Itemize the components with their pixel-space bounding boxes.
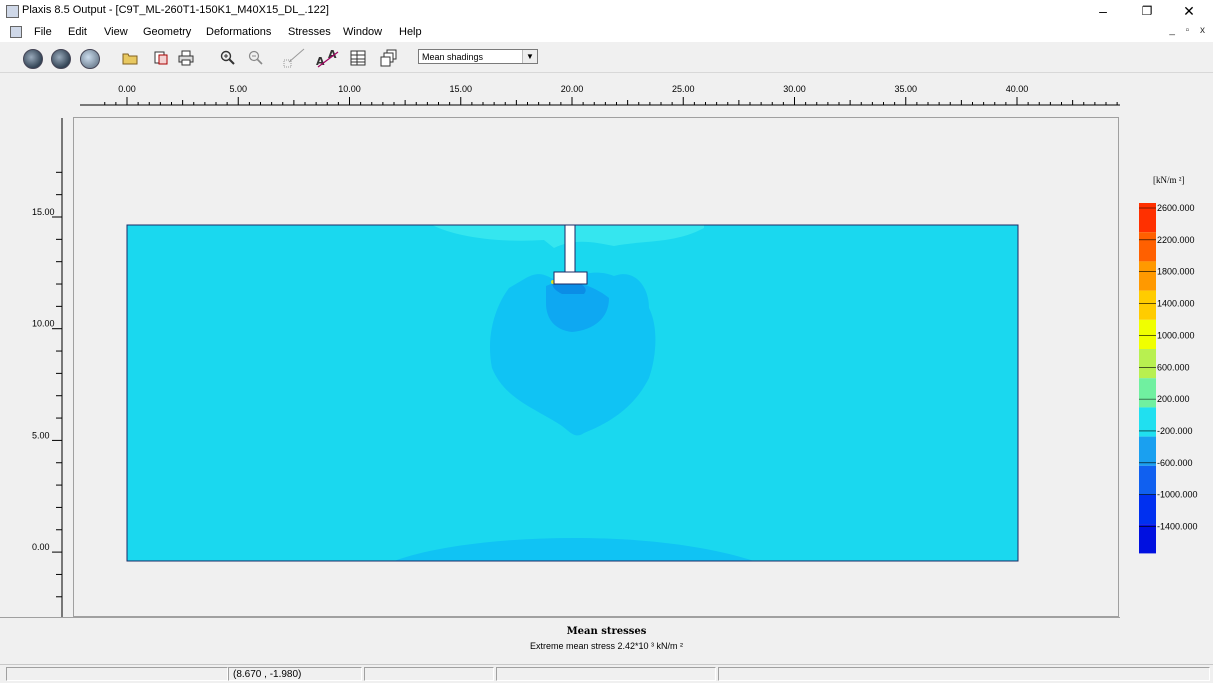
legend-color-swatch <box>1139 290 1156 320</box>
plot-bottom-border <box>0 617 1120 618</box>
mdi-window-controls[interactable]: _ ▫ x <box>1169 25 1209 36</box>
legend-value: 2600.000 <box>1157 203 1195 213</box>
legend-color-swatch <box>1139 495 1156 525</box>
x-tick-label: 30.00 <box>783 84 806 94</box>
menu-window[interactable]: Window <box>343 26 382 38</box>
y-tick-label: 0.00 <box>32 542 50 552</box>
menu-help[interactable]: Help <box>399 26 422 38</box>
legend-color-swatch <box>1139 319 1156 349</box>
legend-value: 1000.000 <box>1157 330 1195 340</box>
svg-text:A: A <box>316 55 325 68</box>
minimize-button[interactable]: – <box>1080 0 1126 22</box>
zoom-out-icon[interactable] <box>245 48 267 68</box>
legend-value: -600.000 <box>1157 458 1193 468</box>
display-type-select[interactable]: Mean shadings ▼ <box>418 49 538 64</box>
menu-bar: File Edit View Geometry Deformations Str… <box>0 22 1213 42</box>
title-bar: Plaxis 8.5 Output - [C9T_ML-260T1-150K1_… <box>0 0 1213 22</box>
zoom-in-icon[interactable] <box>217 48 239 68</box>
menu-view[interactable]: View <box>104 26 128 38</box>
status-cell-4 <box>496 667 716 681</box>
legend-value: -1000.000 <box>1157 490 1198 500</box>
menu-edit[interactable]: Edit <box>68 26 87 38</box>
legend-color-swatch <box>1139 261 1156 291</box>
x-tick-label: 35.00 <box>894 84 917 94</box>
legend-color-swatch <box>1139 436 1156 466</box>
legend-color-swatch <box>1139 524 1156 554</box>
legend-color-swatch <box>1139 378 1156 408</box>
y-tick-label: 5.00 <box>32 430 50 440</box>
plaxis-app-icon[interactable] <box>6 5 19 18</box>
close-button[interactable]: ✕ <box>1166 0 1212 22</box>
x-tick-label: 15.00 <box>449 84 472 94</box>
legend-color-swatch <box>1139 407 1156 437</box>
calculations-program-icon[interactable] <box>51 49 71 69</box>
x-tick-label: 20.00 <box>561 84 584 94</box>
menu-geometry[interactable]: Geometry <box>143 26 191 38</box>
pile-cap[interactable] <box>553 271 588 285</box>
x-tick-label: 25.00 <box>672 84 695 94</box>
x-tick-label: 0.00 <box>118 84 136 94</box>
legend-value: -1400.000 <box>1157 522 1198 532</box>
display-type-value: Mean shadings <box>422 52 484 62</box>
y-tick-label: 15.00 <box>32 207 55 217</box>
pile-shaft[interactable] <box>564 224 576 273</box>
stress-contour-plot[interactable] <box>74 118 1118 616</box>
plot-caption-title: Mean stresses <box>566 626 647 637</box>
distance-measure-icon[interactable] <box>282 46 308 70</box>
copy-to-clipboard-icon[interactable] <box>150 48 172 68</box>
vertical-ruler: 15.00 10.00 5.00 0.00 <box>32 118 63 618</box>
plot-viewport[interactable] <box>73 117 1119 617</box>
menu-file[interactable]: File <box>34 26 52 38</box>
print-icon[interactable] <box>175 48 197 68</box>
legend-color-swatch <box>1139 203 1156 233</box>
legend-value: 1800.000 <box>1157 267 1195 277</box>
x-tick-label: 5.00 <box>229 84 247 94</box>
status-cell-3 <box>364 667 494 681</box>
input-program-icon[interactable] <box>23 49 43 69</box>
window-title: Plaxis 8.5 Output - [C9T_ML-260T1-150K1_… <box>22 4 329 16</box>
legend-color-swatch <box>1139 349 1156 379</box>
legend-scale: [kN/m ²] 2600.000 2200.000 1800.000 1400.00… <box>1139 175 1198 554</box>
x-tick-label: 40.00 <box>1006 84 1029 94</box>
chevron-down-icon[interactable]: ▼ <box>522 50 537 63</box>
legend-color-swatch <box>1139 232 1156 262</box>
menu-deformations[interactable]: Deformations <box>206 26 271 38</box>
legend-value: -200.000 <box>1157 426 1193 436</box>
document-icon[interactable] <box>10 26 22 38</box>
open-folder-icon[interactable] <box>119 48 141 68</box>
x-tick-label: 10.00 <box>338 84 361 94</box>
color-legend: [kN/m ²] 2600.000 2200.000 1800.000 1400.00… <box>1120 117 1213 617</box>
restore-button[interactable]: ❐ <box>1124 0 1170 22</box>
y-tick-label: 10.00 <box>32 319 55 329</box>
toolbar: AA <box>0 42 1213 73</box>
status-coordinates: (8.670 , -1.980) <box>228 667 362 681</box>
status-cell-1 <box>6 667 228 681</box>
horizontal-ruler: 0.00 5.00 10.00 15.00 20.00 25.00 30.00 35.00 40… <box>80 84 1120 106</box>
legend-value: 600.000 <box>1157 362 1190 372</box>
structures-icon[interactable] <box>378 48 400 68</box>
status-cell-5 <box>718 667 1210 681</box>
table-icon[interactable] <box>347 48 369 68</box>
legend-unit: [kN/m ²] <box>1153 175 1184 185</box>
legend-value: 1400.000 <box>1157 299 1195 309</box>
text-annotation-icon[interactable]: AA <box>313 48 343 68</box>
menu-stresses[interactable]: Stresses <box>288 26 331 38</box>
legend-color-swatch <box>1139 465 1156 495</box>
legend-value: 200.000 <box>1157 394 1190 404</box>
curves-program-icon[interactable] <box>80 49 100 69</box>
status-bar: (8.670 , -1.980) <box>0 664 1213 683</box>
plot-caption-subtitle: Extreme mean stress 2.42*10 ³ kN/m ² <box>529 641 684 651</box>
legend-value: 2200.000 <box>1157 235 1195 245</box>
